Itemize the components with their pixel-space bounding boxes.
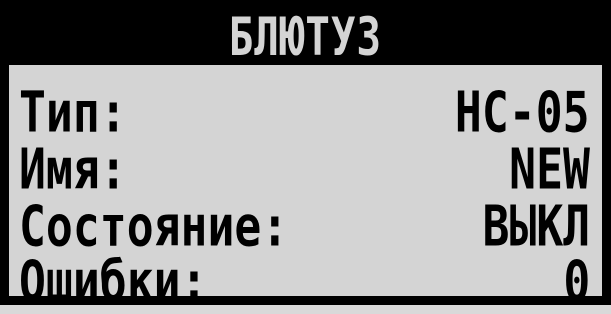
info-row-state: Состояние: ВЫКЛ bbox=[19, 198, 590, 256]
errors-label: Ошибки: bbox=[19, 249, 208, 314]
state-value: ВЫКЛ bbox=[482, 194, 590, 260]
title-bar: БЛЮТУЗ bbox=[9, 9, 602, 65]
errors-value: 0 bbox=[563, 249, 590, 314]
info-row-name: Имя: NEW bbox=[19, 141, 590, 199]
lcd-screen: БЛЮТУЗ Тип: HC-05 Имя: NEW Состояние: ВЫ… bbox=[0, 0, 611, 310]
info-row-type: Тип: HC-05 bbox=[19, 84, 590, 142]
info-row-errors: Ошибки: 0 bbox=[19, 253, 590, 311]
state-label: Состояние: bbox=[19, 194, 289, 260]
type-value: HC-05 bbox=[455, 80, 590, 146]
type-label: Тип: bbox=[19, 80, 127, 146]
name-label: Имя: bbox=[19, 137, 127, 203]
name-value: NEW bbox=[509, 137, 590, 203]
page-title: БЛЮТУЗ bbox=[228, 6, 383, 68]
